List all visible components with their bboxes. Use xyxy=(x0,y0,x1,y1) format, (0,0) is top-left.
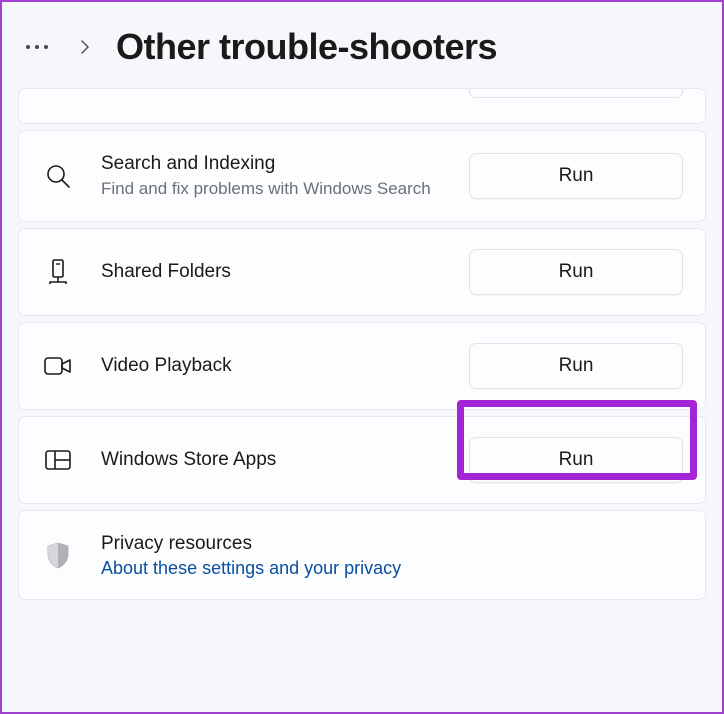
item-title: Privacy resources xyxy=(101,531,683,557)
list-item-windows-store-apps[interactable]: Windows Store Apps Run xyxy=(18,416,706,504)
item-subtitle: Find and fix problems with Windows Searc… xyxy=(101,178,459,201)
search-icon xyxy=(41,162,75,190)
more-icon[interactable] xyxy=(26,45,48,49)
item-title: Search and Indexing xyxy=(101,151,459,177)
list-item-privacy[interactable]: Privacy resources About these settings a… xyxy=(18,510,706,601)
run-button[interactable]: Run xyxy=(469,343,683,389)
item-title: Video Playback xyxy=(101,353,459,379)
video-icon xyxy=(41,355,75,377)
list-item-shared-folders[interactable]: Shared Folders Run xyxy=(18,228,706,316)
store-apps-icon xyxy=(41,449,75,471)
shared-folders-icon xyxy=(41,257,75,287)
list-item[interactable] xyxy=(18,88,706,124)
run-button[interactable]: Run xyxy=(469,249,683,295)
chevron-right-icon xyxy=(62,39,102,55)
run-button[interactable]: Run xyxy=(469,153,683,199)
troubleshooter-list: Search and Indexing Find and fix problem… xyxy=(2,88,722,622)
list-item-search-indexing[interactable]: Search and Indexing Find and fix problem… xyxy=(18,130,706,222)
privacy-link[interactable]: About these settings and your privacy xyxy=(101,558,401,579)
header: Other trouble-shooters xyxy=(2,2,722,88)
item-title: Windows Store Apps xyxy=(101,447,459,473)
shield-icon xyxy=(41,540,75,570)
run-button[interactable]: Run xyxy=(469,437,683,483)
list-item-video-playback[interactable]: Video Playback Run xyxy=(18,322,706,410)
item-title: Shared Folders xyxy=(101,259,459,285)
run-button-partial[interactable] xyxy=(469,88,683,98)
page-title: Other trouble-shooters xyxy=(116,26,497,68)
